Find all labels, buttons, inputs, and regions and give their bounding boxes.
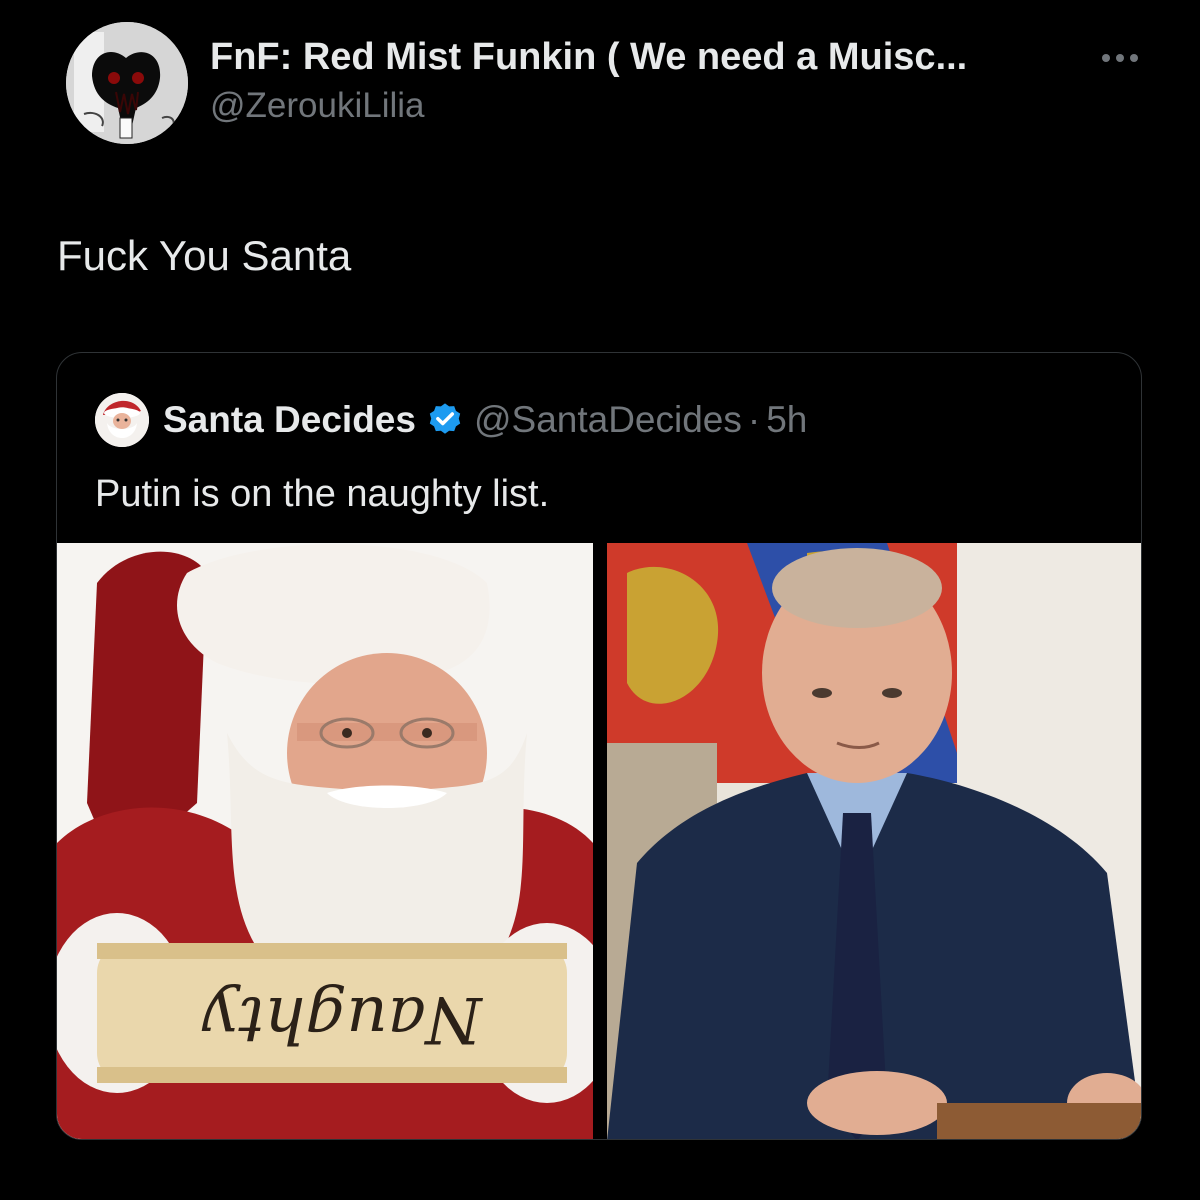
quoted-media-grid: Naughty [57,543,1141,1139]
quoted-tweet-text: Putin is on the naughty list. [95,473,550,515]
tweet-text: Fuck You Santa [57,232,352,279]
putin-photo[interactable] [607,543,1141,1139]
quoted-author-name[interactable]: Santa Decides [163,399,416,441]
quoted-timestamp[interactable]: 5h [766,399,807,441]
santa-image: Naughty [57,543,593,1139]
author-info[interactable]: FnF: Red Mist Funkin ( We need a Muisc..… [210,34,1070,128]
monster-avatar-icon [66,22,188,144]
author-avatar[interactable] [66,22,188,144]
quoted-tweet-card[interactable]: Santa Decides @SantaDecides · 5h Putin i… [56,352,1142,1140]
verified-badge-icon [429,403,461,434]
media-gap [593,543,607,1139]
author-name[interactable]: FnF: Red Mist Funkin ( We need a Muisc..… [210,34,1070,80]
tweet: FnF: Red Mist Funkin ( We need a Muisc..… [0,0,1200,1200]
more-button[interactable] [1098,48,1142,68]
author-handle[interactable]: @ZeroukiLilia [210,84,1070,128]
putin-image [607,543,1141,1139]
more-horizontal-icon [1102,54,1138,62]
separator-dot: · [747,399,761,440]
quoted-header: Santa Decides @SantaDecides · 5h [163,395,807,445]
santa-photo[interactable]: Naughty [57,543,593,1139]
scroll-text: Naughty [201,982,483,1056]
santa-avatar-icon [95,393,149,447]
quoted-author-handle[interactable]: @SantaDecides [474,399,742,441]
quoted-author-avatar[interactable] [95,393,149,447]
